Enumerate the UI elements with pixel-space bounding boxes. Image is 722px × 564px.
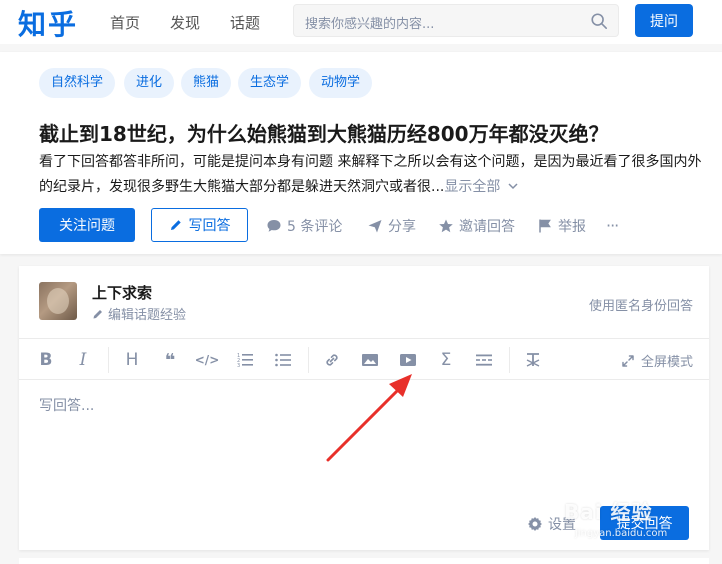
divider-line-button[interactable]	[474, 350, 494, 370]
topic-tag[interactable]: 动物学	[309, 68, 373, 98]
insert-video-button[interactable]	[398, 350, 418, 370]
topic-tag[interactable]: 进化	[124, 68, 175, 98]
topic-tag[interactable]: 熊猫	[181, 68, 232, 98]
expand-icon	[622, 354, 634, 367]
topic-tag[interactable]: 生态学	[238, 68, 302, 98]
follow-question-button[interactable]: 关注问题	[39, 208, 135, 242]
share-icon	[368, 220, 382, 233]
link-button[interactable]	[322, 350, 342, 370]
nav-home[interactable]: 首页	[110, 12, 140, 33]
report-label: 举报	[558, 219, 586, 235]
flag-icon	[539, 219, 551, 233]
question-title: 截止到18世纪，为什么始熊猫到大熊猫历经800万年都没灭绝？	[39, 122, 609, 146]
invite-answer-label: 邀请回答	[459, 219, 515, 235]
insert-image-button[interactable]	[360, 350, 380, 370]
share-button[interactable]: 分享	[367, 216, 416, 236]
report-button[interactable]: 举报	[537, 216, 586, 236]
formula-button[interactable]: Σ	[436, 350, 456, 370]
bold-button[interactable]: B	[36, 350, 56, 370]
ordered-list-icon: 123	[237, 353, 253, 369]
baidu-jingyan-watermark: Bai 经验	[564, 500, 653, 524]
question-header-card: 自然科学 进化 熊猫 生态学 动物学 截止到18世纪，为什么始熊猫到大熊猫历经8…	[0, 52, 722, 254]
avatar[interactable]	[39, 282, 77, 320]
pencil-icon	[170, 220, 181, 230]
code-button[interactable]: </>	[195, 350, 220, 370]
search-icon[interactable]	[590, 12, 608, 30]
topic-tag[interactable]: 自然科学	[39, 68, 116, 98]
chevron-down-icon	[508, 183, 518, 190]
toolbar-divider	[308, 347, 309, 373]
star-icon	[439, 219, 453, 233]
italic-button[interactable]: I	[73, 350, 93, 370]
ordered-list-button[interactable]: 123	[235, 350, 255, 370]
comments-label: 5 条评论	[287, 219, 343, 235]
toolbar-divider	[509, 347, 510, 373]
share-label: 分享	[388, 219, 416, 235]
write-answer-button[interactable]: 写回答	[151, 208, 248, 242]
comment-icon	[267, 220, 281, 232]
nav-discover[interactable]: 发现	[170, 12, 200, 33]
answer-text-area[interactable]: 写回答...	[39, 395, 94, 415]
clear-format-button[interactable]	[523, 350, 543, 370]
search-input[interactable]: 搜索你感兴趣的内容...	[293, 4, 619, 37]
question-description-text: 看了下回答都答非所问，可能是提问本身有问题 来解释下之所以会有这个问题，是因为最…	[39, 154, 702, 195]
clear-format-icon	[526, 353, 540, 367]
question-description: 看了下回答都答非所问，可能是提问本身有问题 来解释下之所以会有这个问题，是因为最…	[39, 150, 709, 200]
baidu-jingyan-watermark-url: jingyan.baidu.com	[575, 528, 668, 539]
more-actions-button[interactable]: ···	[606, 216, 619, 235]
edit-topic-experience-link[interactable]: 编辑话题经验	[92, 304, 186, 323]
toolbar-divider	[108, 347, 109, 373]
comments-button[interactable]: 5 条评论	[266, 216, 342, 236]
link-icon	[326, 354, 338, 366]
horizontal-rule-icon	[476, 354, 492, 366]
fullscreen-mode-label: 全屏模式	[640, 355, 693, 370]
show-all-label: 显示全部	[444, 179, 501, 195]
quote-button[interactable]: ❝	[160, 350, 180, 371]
heading-button[interactable]: H	[122, 350, 142, 370]
show-all-link[interactable]: 显示全部	[444, 179, 518, 195]
edit-topic-experience-label: 编辑话题经验	[108, 308, 187, 323]
fullscreen-mode-button[interactable]: 全屏模式	[621, 351, 693, 370]
zhihu-logo[interactable]: 知乎	[18, 3, 78, 43]
user-name[interactable]: 上下求索	[92, 282, 152, 303]
nav-topics[interactable]: 话题	[230, 12, 260, 33]
search-placeholder: 搜索你感兴趣的内容...	[305, 17, 435, 32]
bullet-list-icon	[275, 353, 291, 367]
top-navigation-bar: 知乎 首页 发现 话题 搜索你感兴趣的内容... 提问	[0, 0, 722, 44]
ask-question-button[interactable]: 提问	[635, 4, 693, 37]
gear-icon	[528, 517, 542, 531]
video-icon	[400, 354, 416, 366]
write-answer-label: 写回答	[188, 218, 231, 234]
bullet-list-button[interactable]	[273, 350, 293, 370]
image-icon	[362, 354, 378, 366]
anonymous-answer-link[interactable]: 使用匿名身份回答	[589, 295, 693, 314]
editor-toolbar: B I H ❝ </> 123 Σ 全屏模式	[19, 338, 709, 380]
invite-answer-button[interactable]: 邀请回答	[438, 216, 515, 236]
next-card-edge	[19, 558, 709, 564]
svg-text:3: 3	[237, 363, 240, 369]
pencil-icon	[93, 309, 102, 318]
